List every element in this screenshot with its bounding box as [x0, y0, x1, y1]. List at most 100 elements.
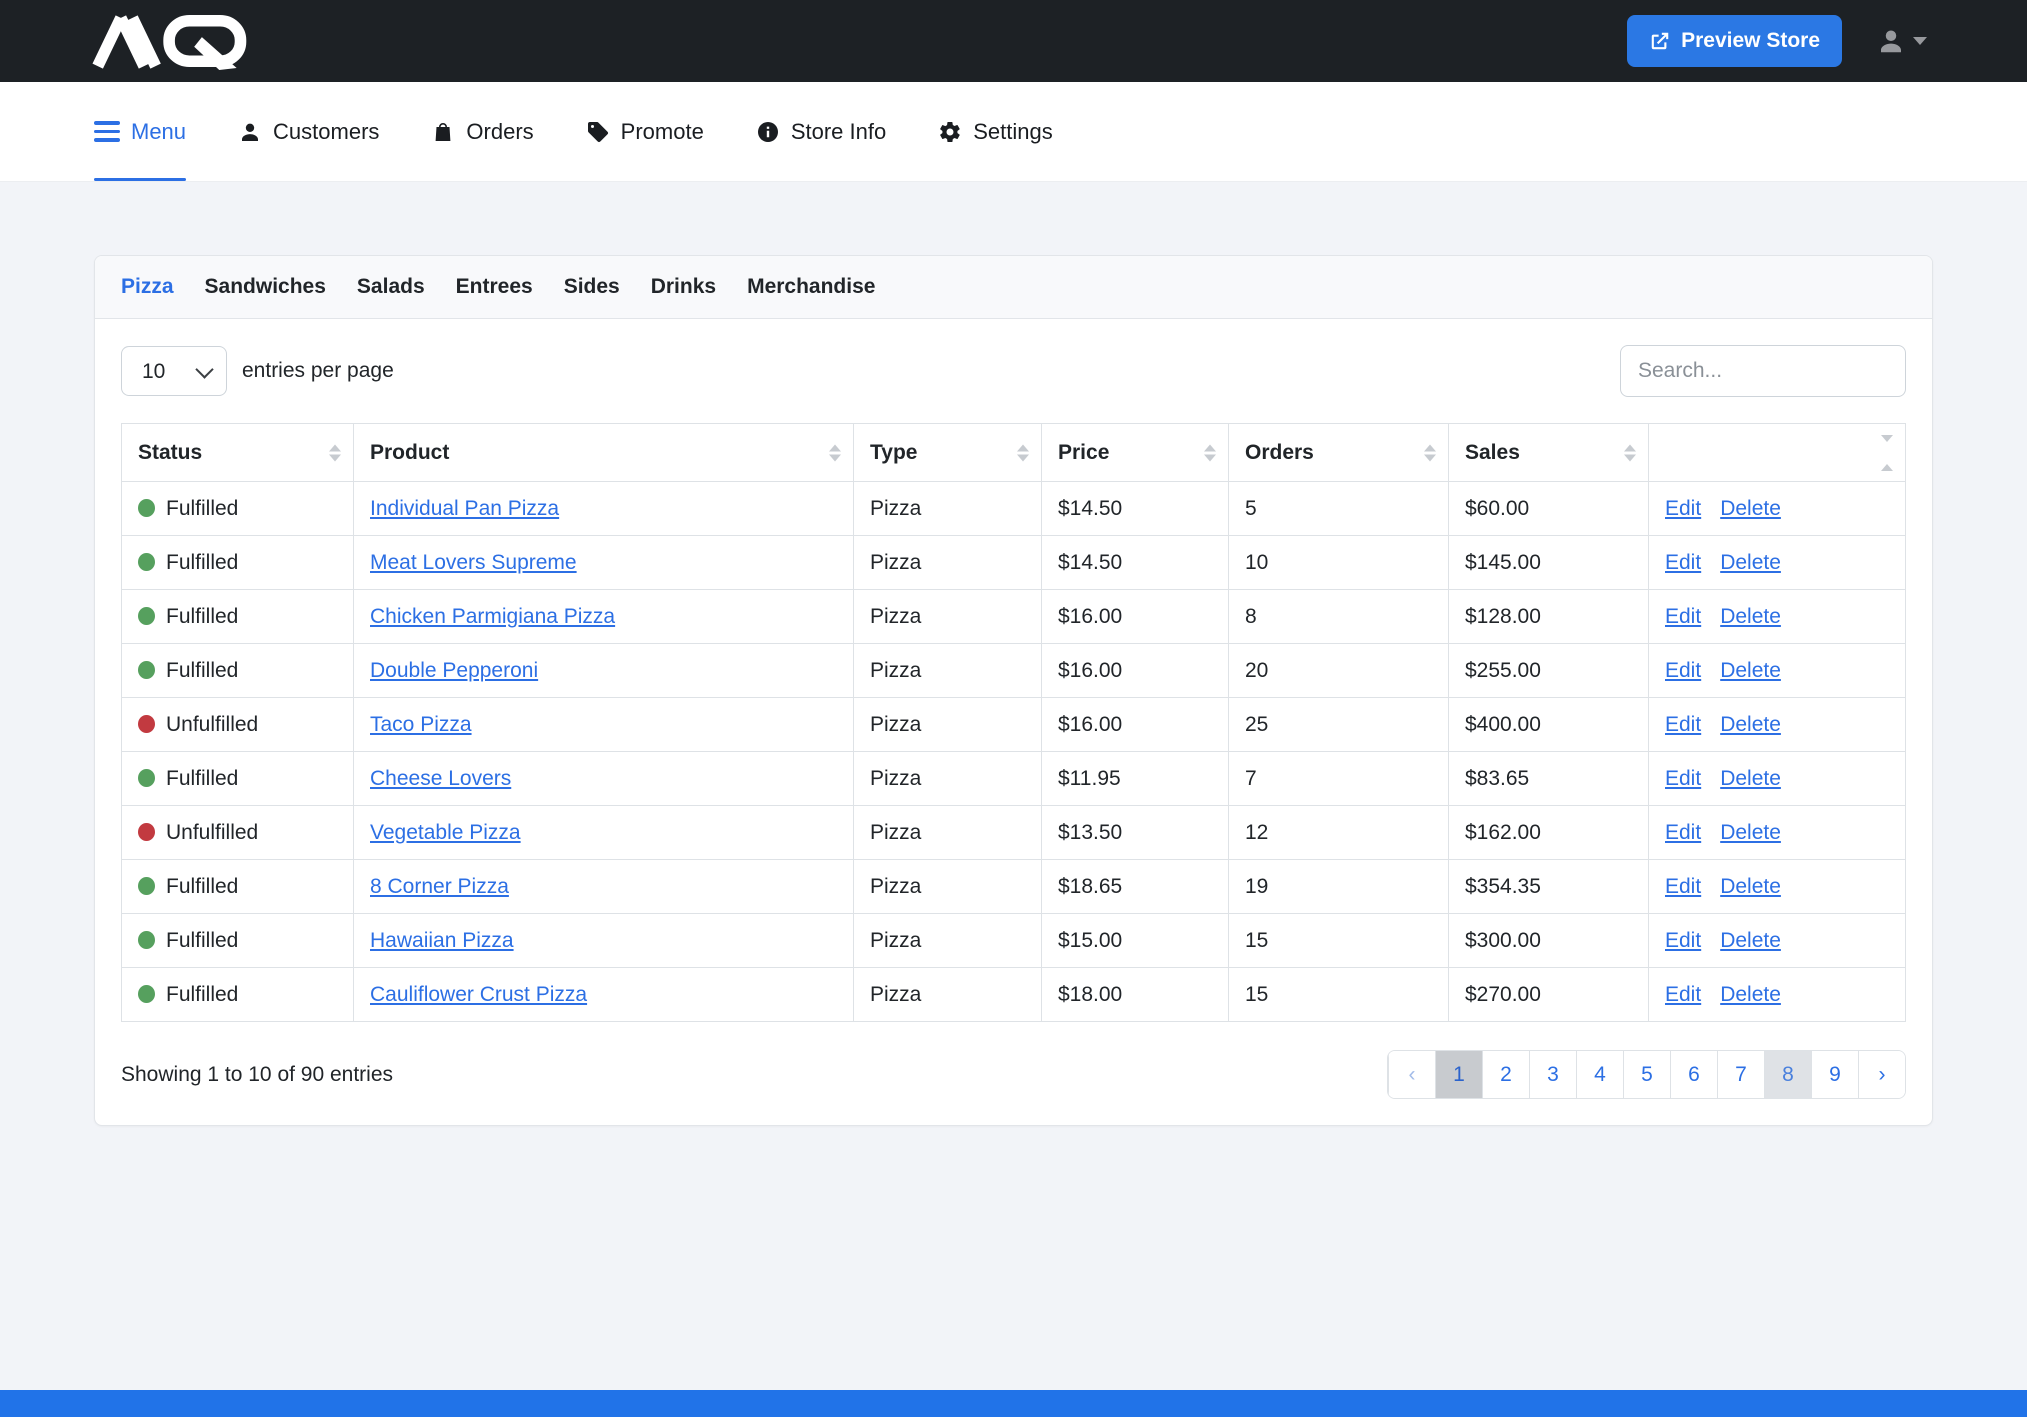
- category-tab[interactable]: Drinks: [651, 275, 716, 299]
- pagination-button[interactable]: 2: [1482, 1051, 1529, 1098]
- delete-link[interactable]: Delete: [1720, 929, 1781, 952]
- product-link[interactable]: Double Pepperoni: [370, 659, 538, 682]
- category-tab[interactable]: Sandwiches: [205, 275, 326, 299]
- delete-link[interactable]: Delete: [1720, 605, 1781, 628]
- actions-cell: Edit Delete: [1649, 968, 1906, 1022]
- account-menu[interactable]: [1876, 26, 1927, 56]
- product-cell: Cheese Lovers: [354, 752, 854, 806]
- actions-cell: Edit Delete: [1649, 914, 1906, 968]
- product-link[interactable]: 8 Corner Pizza: [370, 875, 509, 898]
- sales-cell: $354.35: [1449, 860, 1649, 914]
- column-header-actions[interactable]: [1649, 424, 1906, 482]
- column-header-price[interactable]: Price: [1042, 424, 1229, 482]
- edit-link[interactable]: Edit: [1665, 551, 1701, 574]
- pagination-button[interactable]: 6: [1670, 1051, 1717, 1098]
- table-row: Fulfilled Individual Pan Pizza Pizza $14…: [122, 482, 1906, 536]
- pagination-button[interactable]: 3: [1529, 1051, 1576, 1098]
- category-tab[interactable]: Entrees: [456, 275, 533, 299]
- status-dot-icon: [138, 769, 155, 787]
- price-cell: $14.50: [1042, 482, 1229, 536]
- delete-link[interactable]: Delete: [1720, 551, 1781, 574]
- column-header-orders[interactable]: Orders: [1229, 424, 1449, 482]
- edit-link[interactable]: Edit: [1665, 497, 1701, 520]
- edit-link[interactable]: Edit: [1665, 659, 1701, 682]
- nav-item-menu[interactable]: Menu: [94, 82, 186, 181]
- type-cell: Pizza: [854, 536, 1042, 590]
- edit-link[interactable]: Edit: [1665, 983, 1701, 1006]
- category-tab[interactable]: Salads: [357, 275, 425, 299]
- delete-link[interactable]: Delete: [1720, 875, 1781, 898]
- type-cell: Pizza: [854, 860, 1042, 914]
- product-link[interactable]: Cheese Lovers: [370, 767, 511, 790]
- table-row: Fulfilled Cheese Lovers Pizza $11.95 7 $…: [122, 752, 1906, 806]
- product-link[interactable]: Meat Lovers Supreme: [370, 551, 577, 574]
- type-cell: Pizza: [854, 644, 1042, 698]
- sales-cell: $162.00: [1449, 806, 1649, 860]
- table-row: Unfulfilled Vegetable Pizza Pizza $13.50…: [122, 806, 1906, 860]
- product-link[interactable]: Cauliflower Crust Pizza: [370, 983, 587, 1006]
- tag-icon: [586, 120, 610, 144]
- category-tab[interactable]: Pizza: [121, 275, 174, 299]
- nav-item-settings[interactable]: Settings: [938, 82, 1053, 181]
- price-cell: $13.50: [1042, 806, 1229, 860]
- preview-store-button[interactable]: Preview Store: [1627, 15, 1842, 67]
- table-footer: Showing 1 to 10 of 90 entries ‹ 1 2 3 4 …: [121, 1050, 1906, 1099]
- nav-item-orders[interactable]: Orders: [431, 82, 533, 181]
- delete-link[interactable]: Delete: [1720, 821, 1781, 844]
- column-header-status[interactable]: Status: [122, 424, 354, 482]
- column-header-type[interactable]: Type: [854, 424, 1042, 482]
- pagination-button[interactable]: 1: [1435, 1051, 1482, 1098]
- nav-item-store-info[interactable]: Store Info: [756, 82, 886, 181]
- page-size-select[interactable]: 10: [121, 346, 227, 396]
- pagination-button[interactable]: 7: [1717, 1051, 1764, 1098]
- column-header-sales[interactable]: Sales: [1449, 424, 1649, 482]
- page-size-select-wrap: 10: [121, 346, 227, 396]
- type-cell: Pizza: [854, 590, 1042, 644]
- edit-link[interactable]: Edit: [1665, 929, 1701, 952]
- table-row: Unfulfilled Taco Pizza Pizza $16.00 25 $…: [122, 698, 1906, 752]
- price-cell: $16.00: [1042, 698, 1229, 752]
- product-cell: Cauliflower Crust Pizza: [354, 968, 854, 1022]
- nav-item-customers[interactable]: Customers: [238, 82, 379, 181]
- orders-cell: 15: [1229, 914, 1449, 968]
- category-tab[interactable]: Sides: [564, 275, 620, 299]
- delete-link[interactable]: Delete: [1720, 497, 1781, 520]
- status-label: Unfulfilled: [166, 713, 258, 736]
- table-row: Fulfilled Chicken Parmigiana Pizza Pizza…: [122, 590, 1906, 644]
- type-cell: Pizza: [854, 968, 1042, 1022]
- pagination-button[interactable]: 9: [1811, 1051, 1858, 1098]
- product-link[interactable]: Hawaiian Pizza: [370, 929, 514, 952]
- edit-link[interactable]: Edit: [1665, 605, 1701, 628]
- edit-link[interactable]: Edit: [1665, 713, 1701, 736]
- product-link[interactable]: Chicken Parmigiana Pizza: [370, 605, 615, 628]
- search-input[interactable]: [1620, 345, 1906, 397]
- pagination-button[interactable]: ›: [1858, 1051, 1905, 1098]
- edit-link[interactable]: Edit: [1665, 875, 1701, 898]
- sales-cell: $60.00: [1449, 482, 1649, 536]
- product-cell: Vegetable Pizza: [354, 806, 854, 860]
- status-label: Fulfilled: [166, 875, 238, 898]
- delete-link[interactable]: Delete: [1720, 767, 1781, 790]
- delete-link[interactable]: Delete: [1720, 713, 1781, 736]
- orders-cell: 20: [1229, 644, 1449, 698]
- orders-cell: 25: [1229, 698, 1449, 752]
- pagination-button[interactable]: 4: [1576, 1051, 1623, 1098]
- category-tab[interactable]: Merchandise: [747, 275, 875, 299]
- edit-link[interactable]: Edit: [1665, 767, 1701, 790]
- entries-summary: Showing 1 to 10 of 90 entries: [121, 1063, 393, 1087]
- table-body: Fulfilled Individual Pan Pizza Pizza $14…: [122, 482, 1906, 1022]
- status-dot-icon: [138, 985, 155, 1003]
- pagination-button[interactable]: 8: [1764, 1051, 1811, 1098]
- column-header-product[interactable]: Product: [354, 424, 854, 482]
- nav-item-promote[interactable]: Promote: [586, 82, 704, 181]
- delete-link[interactable]: Delete: [1720, 659, 1781, 682]
- pagination-button[interactable]: 5: [1623, 1051, 1670, 1098]
- product-link[interactable]: Vegetable Pizza: [370, 821, 521, 844]
- sort-icon: [1624, 444, 1636, 461]
- edit-link[interactable]: Edit: [1665, 821, 1701, 844]
- delete-link[interactable]: Delete: [1720, 983, 1781, 1006]
- sales-cell: $270.00: [1449, 968, 1649, 1022]
- product-link[interactable]: Individual Pan Pizza: [370, 497, 559, 520]
- product-link[interactable]: Taco Pizza: [370, 713, 472, 736]
- pagination-button[interactable]: ‹: [1388, 1051, 1435, 1098]
